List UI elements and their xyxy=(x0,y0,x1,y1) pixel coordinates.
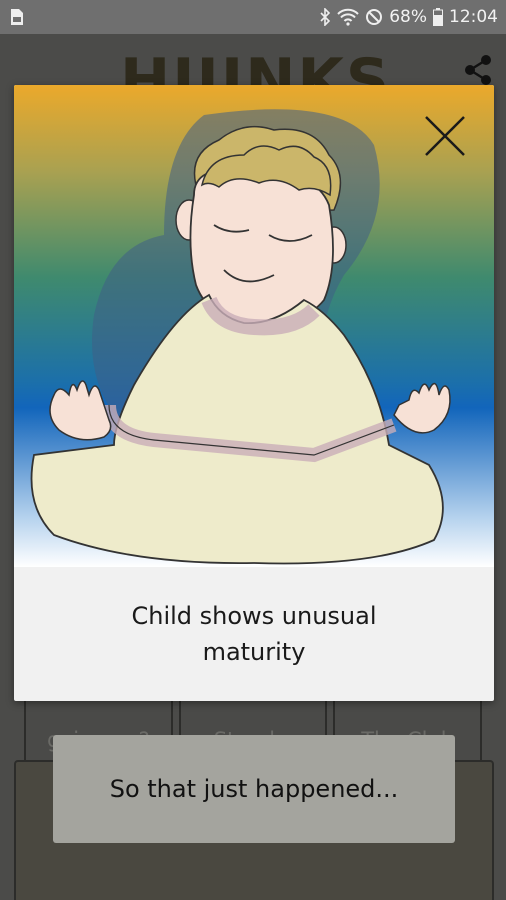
card-caption: Child shows unusual maturity xyxy=(131,602,377,666)
status-bar: 68% 12:04 xyxy=(0,0,506,34)
card-illustration xyxy=(14,85,494,567)
event-card: Child shows unusual maturity xyxy=(14,85,494,701)
battery-percent: 68% xyxy=(389,7,427,27)
bluetooth-icon xyxy=(319,8,331,26)
toast-message: So that just happened... xyxy=(53,735,455,843)
do-not-disturb-icon xyxy=(365,8,383,26)
wifi-icon xyxy=(337,8,359,26)
clock: 12:04 xyxy=(449,7,498,27)
battery-icon xyxy=(433,8,443,26)
sim-icon xyxy=(10,8,24,26)
close-icon[interactable] xyxy=(422,113,468,159)
